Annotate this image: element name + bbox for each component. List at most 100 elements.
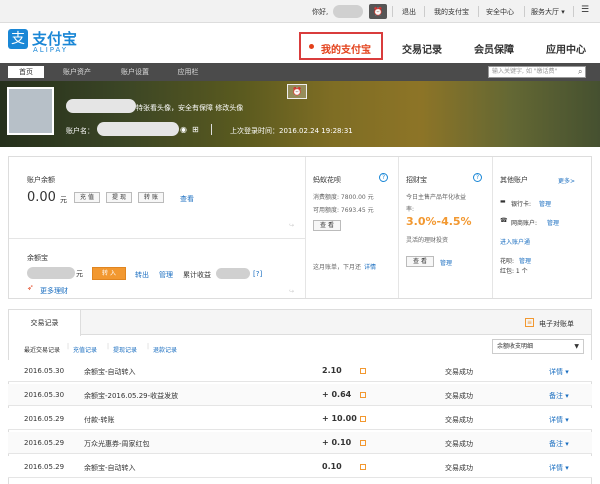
nav-member[interactable]: 会员保障 bbox=[474, 41, 514, 56]
divider bbox=[305, 157, 306, 298]
ebill-link[interactable]: 电子对账单 bbox=[539, 319, 574, 329]
divider bbox=[524, 6, 525, 17]
search-icon[interactable]: ⌕ bbox=[578, 67, 582, 77]
nav-records[interactable]: 交易记录 bbox=[402, 41, 442, 56]
divider bbox=[398, 157, 399, 298]
row-action[interactable]: 备注 ▾ bbox=[549, 391, 569, 401]
nickname-redacted bbox=[66, 99, 136, 113]
network-bank-label: 网商账户: bbox=[511, 220, 538, 227]
note-icon[interactable] bbox=[360, 416, 366, 422]
bank-card-manage-link[interactable]: 管理 bbox=[539, 199, 551, 208]
logout-link[interactable]: 退出 bbox=[402, 7, 416, 17]
my-alipay-link[interactable]: 我的支付宝 bbox=[434, 7, 469, 17]
more-finance-link[interactable]: 更多理财 bbox=[40, 286, 68, 296]
row-date: 2016.05.29 bbox=[24, 439, 65, 447]
transfer-in-button[interactable]: 转 入 bbox=[92, 267, 126, 280]
balance-title: 账户余额 bbox=[27, 176, 55, 184]
row-amount: 0.10 bbox=[322, 462, 342, 471]
bank-card-icon: ▬ bbox=[500, 198, 506, 205]
note-icon[interactable] bbox=[360, 392, 366, 398]
row-action[interactable]: 详情 ▾ bbox=[549, 415, 569, 425]
eye-icon[interactable]: ◉ bbox=[180, 125, 187, 134]
row-status: 交易成功 bbox=[445, 392, 473, 400]
divider bbox=[492, 157, 493, 298]
row-action[interactable]: 备注 ▾ bbox=[549, 439, 569, 449]
security-center-link[interactable]: 安全中心 bbox=[486, 7, 514, 17]
filter-recharge[interactable]: 充值记录 bbox=[73, 345, 97, 354]
row-action[interactable]: 详情 ▾ bbox=[549, 367, 569, 377]
records-header bbox=[9, 310, 591, 335]
avatar-hint[interactable]: 特张看头像，安全有保障 修改头像 bbox=[136, 103, 243, 113]
alarm-clock-icon[interactable]: ⏰ bbox=[369, 4, 387, 19]
link-arrow-icon: ↪ bbox=[289, 288, 295, 295]
filter-recent[interactable]: 最近交易记录 bbox=[24, 345, 60, 354]
nav-apps[interactable]: 应用中心 bbox=[546, 41, 586, 56]
earnings-help[interactable]: [?] bbox=[253, 270, 262, 278]
menu-icon[interactable]: ☰ bbox=[581, 5, 589, 15]
username-redacted bbox=[333, 5, 363, 18]
network-bank-manage-link[interactable]: 管理 bbox=[547, 218, 559, 227]
avatar[interactable] bbox=[7, 87, 54, 135]
tab-assets[interactable]: 账户资产 bbox=[55, 66, 99, 78]
tab-app-bar[interactable]: 应用栏 bbox=[170, 66, 206, 78]
row-status: 交易成功 bbox=[445, 440, 473, 448]
tab-records[interactable]: 交易记录 bbox=[9, 310, 81, 336]
service-hall-menu[interactable]: 服务大厅 ▾ bbox=[531, 7, 565, 17]
view-balance-link[interactable]: 查看 bbox=[180, 194, 194, 204]
alipay-logo-icon[interactable]: 支 bbox=[8, 29, 28, 49]
table-row[interactable]: 2016.05.30 余额宝-2016.05.29-收益发放 + 0.64 交易成功 备… bbox=[8, 384, 592, 406]
note-icon[interactable] bbox=[360, 440, 366, 446]
bill-icon: ≡ bbox=[525, 318, 534, 327]
table-row[interactable]: 2016.05.29 付款-转账 + 10.00 交易成功 详情 ▾ bbox=[8, 408, 592, 430]
chevron-down-icon: ▼ bbox=[574, 343, 579, 350]
zhaocai-rate: 3.0%-4.5% bbox=[406, 215, 472, 228]
divider bbox=[392, 6, 393, 17]
filter-refund[interactable]: 退款记录 bbox=[153, 345, 177, 354]
zhaocai-manage-link[interactable]: 管理 bbox=[440, 258, 452, 267]
huabei-detail-link[interactable]: 详情 bbox=[364, 262, 376, 271]
transfer-out-link[interactable]: 转出 bbox=[135, 270, 149, 280]
filter-withdraw[interactable]: 提现记录 bbox=[113, 345, 137, 354]
note-icon[interactable] bbox=[360, 464, 366, 470]
zhaocai-view-button[interactable]: 查 看 bbox=[406, 256, 434, 267]
withdraw-button[interactable]: 提 现 bbox=[106, 192, 132, 203]
row-status: 交易成功 bbox=[445, 416, 473, 424]
row-date: 2016.05.30 bbox=[24, 391, 65, 399]
search-input[interactable]: 输入关键字, 如 "缴话费" bbox=[488, 66, 586, 78]
table-row[interactable]: 2016.05.29 万众光惠券-周家红包 + 0.10 交易成功 备注 ▾ bbox=[8, 432, 592, 454]
row-name: 付款-转账 bbox=[84, 416, 115, 424]
table-row[interactable]: 2016.05.29 余额宝-自动转入 0.10 交易成功 详情 ▾ bbox=[8, 456, 592, 478]
network-bank-icon: ☎ bbox=[500, 217, 508, 224]
active-dot-icon bbox=[309, 44, 314, 49]
note-icon[interactable] bbox=[360, 368, 366, 374]
tab-settings[interactable]: 账户设置 bbox=[113, 66, 157, 78]
enter-account-link[interactable]: 进入账户通 bbox=[500, 237, 530, 246]
row-amount: + 0.10 bbox=[322, 438, 352, 447]
row-action[interactable]: 详情 ▾ bbox=[549, 463, 569, 473]
alarm-clock-icon[interactable]: ⏰ bbox=[287, 84, 307, 99]
qrcode-icon[interactable]: ⊞ bbox=[192, 125, 199, 134]
balance-unit: 元 bbox=[60, 196, 67, 204]
redpack-count: 红包: 1 个 bbox=[500, 268, 528, 275]
help-icon[interactable]: ? bbox=[379, 173, 388, 182]
huabei-view-button[interactable]: 查 看 bbox=[313, 220, 341, 231]
yuebao-manage-link[interactable]: 管理 bbox=[159, 270, 173, 280]
transfer-button[interactable]: 转 账 bbox=[138, 192, 164, 203]
recharge-button[interactable]: 充 值 bbox=[74, 192, 100, 203]
more-accounts-link[interactable]: 更多> bbox=[558, 176, 575, 185]
row-name: 余额宝-自动转入 bbox=[84, 368, 136, 376]
row-date: 2016.05.29 bbox=[24, 463, 65, 471]
divider bbox=[9, 238, 305, 239]
huabei-available: 可用额度: 7693.45 元 bbox=[313, 207, 374, 214]
table-row[interactable]: 2016.05.30 余额宝-自动转入 2.10 交易成功 详情 ▾ bbox=[8, 360, 592, 382]
help-icon[interactable]: ? bbox=[473, 173, 482, 182]
divider: | bbox=[67, 343, 70, 350]
row-amount: + 0.64 bbox=[322, 390, 352, 399]
tab-home[interactable]: 首页 bbox=[8, 66, 44, 78]
zhaocai-title: 招财宝 bbox=[406, 176, 427, 184]
row-status: 交易成功 bbox=[445, 464, 473, 472]
nav-my-alipay[interactable]: 我的支付宝 bbox=[299, 32, 383, 60]
bank-card-label: 银行卡: bbox=[511, 201, 532, 208]
record-type-select[interactable]: 余额收支明细 ▼ bbox=[492, 339, 584, 354]
huabei-manage-link[interactable]: 管理 bbox=[519, 256, 531, 265]
